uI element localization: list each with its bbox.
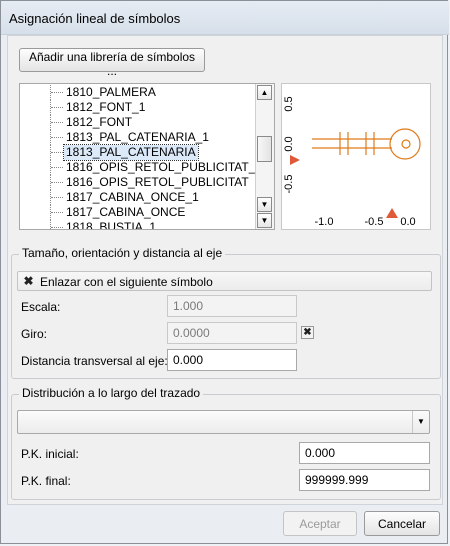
tree-connector (51, 167, 63, 169)
list-item[interactable]: 1813_PAL_CATENARIA_1 (20, 130, 256, 145)
tree-connector (51, 152, 63, 154)
list-item[interactable]: 1817_CABINA_ONCE_1 (20, 190, 256, 205)
end-pk-field[interactable]: 999999.999 (299, 469, 430, 491)
chevron-down-icon[interactable]: ▼ (412, 411, 429, 433)
list-item[interactable]: 1812_FONT (20, 115, 256, 130)
list-item[interactable]: 1812_FONT_1 (20, 100, 256, 115)
rotation-label: Giro: (21, 327, 48, 341)
list-item-label: 1813_PAL_CATENARIA (63, 144, 199, 161)
symbol-list[interactable]: 1810_PALMERA 1812_FONT_1 1812_FONT 1813_PAL… (19, 83, 275, 230)
checkbox-checked-icon[interactable]: ✖ (22, 275, 35, 288)
end-pk-label: P.K. final: (21, 474, 71, 488)
window-title: Asignación lineal de símbolos (9, 11, 181, 26)
add-library-button[interactable]: Añadir una librería de símbolos ... (19, 48, 205, 78)
list-item[interactable]: 1818_BUSTIA_1 (20, 220, 256, 230)
list-item-label: 1817_CABINA_ONCE_1 (66, 190, 199, 204)
rotation-lock-checkbox[interactable]: ✖ (301, 326, 314, 339)
scroll-down-button[interactable]: ▼ (257, 197, 272, 212)
list-item-label: 1812_FONT_1 (66, 100, 146, 114)
x-tick-0: -1.0 (315, 216, 334, 228)
distance-field[interactable]: 0.000 (167, 349, 297, 371)
distribution-combo[interactable]: ▼ (17, 410, 430, 434)
list-item[interactable]: 1816_OPIS_RETOL_PUBLICITAT_1 (20, 160, 262, 175)
start-pk-label: P.K. inicial: (21, 447, 79, 461)
scroll-down-button-2[interactable]: ▼ (257, 213, 272, 228)
orientation-group-title: Tamaño, orientación y distancia al eje (19, 246, 226, 260)
scroll-thumb[interactable] (257, 136, 272, 162)
y-tick-1: 0.0 (283, 136, 295, 151)
tree-connector (51, 107, 63, 109)
symbol-preview: 0.5 0.0 -0.5 -1.0 -0.5 0.0 (281, 83, 431, 230)
distribution-group-title: Distribución a lo largo del trazado (19, 386, 204, 400)
scale-label: Escala: (21, 300, 61, 314)
list-item-label: 1816_OPIS_RETOL_PUBLICITAT (66, 175, 249, 189)
list-item-label: 1810_PALMERA (66, 85, 156, 99)
x-tick-1: -0.5 (365, 216, 384, 228)
list-item-label: 1812_FONT (66, 115, 133, 129)
y-origin-marker (290, 155, 300, 165)
catenaria-symbol (312, 128, 421, 160)
preview-canvas: 0.5 0.0 -0.5 -1.0 -0.5 0.0 (283, 96, 421, 228)
accept-button[interactable]: Aceptar (283, 511, 357, 536)
tree-connector (51, 122, 63, 124)
tree-connector (51, 197, 63, 199)
x-tick-2: 0.0 (400, 216, 415, 228)
y-tick-2: -0.5 (283, 175, 295, 194)
start-pk-field[interactable]: 0.000 (299, 442, 430, 464)
list-item[interactable]: 1810_PALMERA (20, 85, 256, 100)
scale-field[interactable]: 1.000 (167, 295, 297, 317)
link-symbol-checkbox[interactable]: ✖ Enlazar con el siguiente símbolo (17, 271, 432, 291)
list-item[interactable]: 1817_CABINA_ONCE (20, 205, 256, 220)
list-scrollbar[interactable]: ▲ ▼ ▼ (255, 84, 274, 229)
x-origin-marker (386, 208, 398, 218)
cancel-button[interactable]: Cancelar (364, 511, 440, 536)
scroll-up-button[interactable]: ▲ (257, 85, 272, 100)
tree-connector (51, 227, 63, 229)
list-item-label: 1817_CABINA_ONCE (66, 205, 186, 219)
dialog-window: Asignación lineal de símbolos Añadir una… (0, 0, 449, 544)
title-bar: Asignación lineal de símbolos (1, 1, 449, 35)
list-item-label: 1813_PAL_CATENARIA_1 (66, 130, 209, 144)
distance-label: Distancia transversal al eje: (21, 354, 168, 368)
link-symbol-label: Enlazar con el siguiente símbolo (40, 275, 213, 289)
list-item-label: 1818_BUSTIA_1 (66, 220, 157, 230)
tree-connector (51, 182, 63, 184)
list-item[interactable]: 1813_PAL_CATENARIA (20, 144, 256, 161)
rotation-field[interactable]: 0.0000 (167, 322, 297, 344)
list-item[interactable]: 1816_OPIS_RETOL_PUBLICITAT (20, 175, 256, 190)
list-item-label: 1816_OPIS_RETOL_PUBLICITAT_1 (66, 160, 263, 174)
y-tick-0: 0.5 (283, 96, 295, 111)
tree-connector (51, 137, 63, 139)
tree-connector (51, 92, 63, 94)
tree-connector (51, 212, 63, 214)
